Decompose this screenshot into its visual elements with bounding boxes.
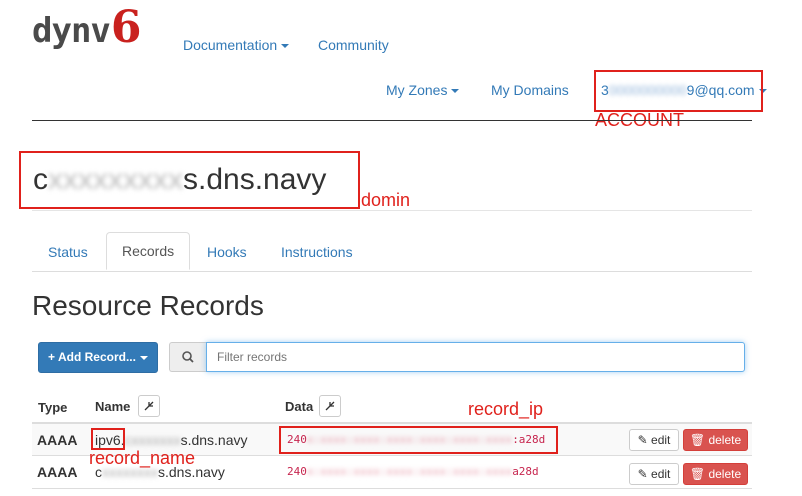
- delete-label: delete: [708, 467, 742, 481]
- annotation-domin: domin: [361, 190, 411, 210]
- record-type: AAAA: [37, 432, 78, 448]
- nav-documentation[interactable]: Documentation: [183, 37, 290, 53]
- col-header-data: Data: [285, 399, 314, 414]
- col-header-name: Name: [95, 399, 131, 414]
- edit-button[interactable]: ✎ edit: [629, 463, 679, 485]
- nav-community[interactable]: Community: [318, 37, 389, 53]
- nav-documentation-label: Documentation: [183, 37, 278, 53]
- record-ip-highlight-box: [279, 426, 558, 454]
- tabs-baseline: [32, 271, 752, 272]
- delete-button[interactable]: 🗑 delete: [683, 463, 748, 485]
- tab-status[interactable]: Status: [48, 244, 88, 260]
- chevron-down-icon: [281, 44, 290, 49]
- pencil-icon: ✎: [637, 433, 648, 447]
- chevron-down-icon: [451, 89, 460, 94]
- tab-hooks[interactable]: Hooks: [207, 244, 247, 260]
- collapse-data-button[interactable]: [319, 395, 341, 417]
- nav-my-zones[interactable]: My Zones: [386, 82, 460, 98]
- annotation-record-name: record_name: [89, 448, 196, 468]
- tab-instructions[interactable]: Instructions: [281, 244, 353, 260]
- trash-icon: 🗑: [689, 433, 706, 447]
- chevron-down-icon: [139, 355, 148, 360]
- section-title: Resource Records: [32, 290, 264, 321]
- account-highlight-box: [594, 70, 763, 112]
- record-data-prefix: 240: [287, 465, 307, 478]
- delete-button[interactable]: 🗑 delete: [683, 429, 748, 451]
- zone-highlight-box: [19, 151, 360, 209]
- row-divider: [32, 488, 752, 489]
- logo-text: dynv: [32, 11, 111, 51]
- tab-records[interactable]: Records: [106, 232, 191, 270]
- col-header-type: Type: [38, 400, 68, 415]
- nav-my-zones-label: My Zones: [386, 82, 448, 98]
- record-data-masked: x:xxxx:xxxx:xxxx:xxxx:xxxx:xxxx: [306, 465, 513, 478]
- header-divider: [32, 120, 752, 121]
- pencil-icon: ✎: [637, 467, 648, 481]
- record-name-suffix: s.dns.navy: [180, 432, 248, 448]
- title-divider: [32, 210, 752, 211]
- record-data-suffix: a28d: [512, 465, 539, 478]
- record-type: AAAA: [37, 464, 78, 480]
- record-name-highlight-box: [91, 428, 125, 450]
- add-record-label: + Add Record...: [48, 350, 136, 364]
- nav-my-domains[interactable]: My Domains: [491, 82, 569, 98]
- annotation-record-ip: record_ip: [468, 399, 544, 419]
- edit-label: edit: [651, 467, 671, 481]
- compress-icon: [325, 401, 335, 411]
- record-data: 240x:xxxx:xxxx:xxxx:xxxx:xxxx:xxxxa28d: [287, 465, 539, 478]
- add-record-button[interactable]: + Add Record...: [38, 342, 158, 373]
- trash-icon: 🗑: [689, 467, 706, 481]
- collapse-name-button[interactable]: [138, 395, 160, 417]
- search-addon: [169, 342, 206, 372]
- dynv6-logo[interactable]: dynv6: [32, 2, 142, 53]
- search-icon: [182, 351, 194, 363]
- delete-label: delete: [708, 433, 742, 447]
- logo-digit: 6: [110, 2, 142, 53]
- record-name-masked: cxxxxxxx: [124, 432, 181, 448]
- edit-button[interactable]: ✎ edit: [629, 429, 679, 451]
- compress-icon: [144, 401, 154, 411]
- edit-label: edit: [651, 433, 671, 447]
- filter-records-input[interactable]: [206, 342, 745, 372]
